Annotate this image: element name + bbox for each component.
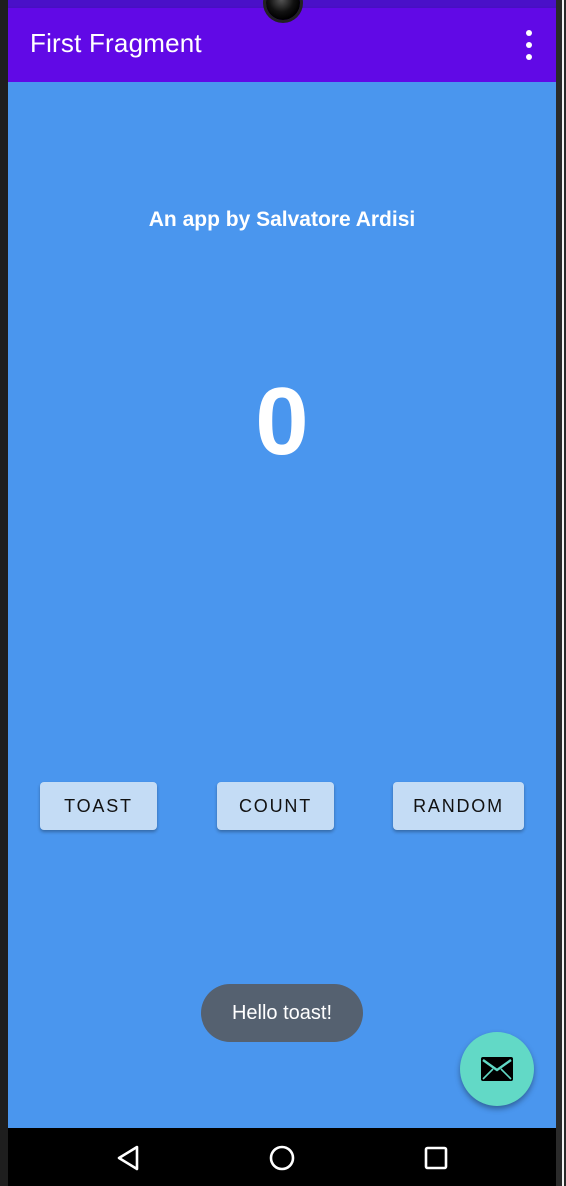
back-triangle-icon	[117, 1145, 139, 1171]
device-frame-left	[0, 0, 8, 1186]
recents-square-icon	[424, 1146, 448, 1170]
back-button[interactable]	[110, 1140, 146, 1176]
home-button[interactable]	[264, 1140, 300, 1176]
system-nav-bar	[8, 1128, 556, 1186]
count-button[interactable]: COUNT	[217, 782, 334, 830]
home-circle-icon	[269, 1145, 295, 1171]
menu-dot	[526, 54, 532, 60]
random-button[interactable]: RANDOM	[393, 782, 524, 830]
menu-dot	[526, 42, 532, 48]
fragment-content: An app by Salvatore Ardisi 0 TOAST COUNT…	[8, 82, 556, 1128]
email-icon	[481, 1057, 513, 1081]
app-title: First Fragment	[30, 28, 202, 58]
recents-button[interactable]	[418, 1140, 454, 1176]
device-frame-right	[556, 0, 566, 1186]
email-fab-button[interactable]	[460, 1032, 534, 1106]
toast-message: Hello toast!	[201, 984, 363, 1042]
toast-button[interactable]: TOAST	[40, 782, 157, 830]
more-vert-icon[interactable]	[524, 30, 534, 60]
counter-value: 0	[255, 368, 309, 475]
byline-text: An app by Salvatore Ardisi	[148, 208, 416, 231]
menu-dot	[526, 30, 532, 36]
device-screen: First Fragment An app by Salvatore Ardis…	[0, 0, 566, 1186]
